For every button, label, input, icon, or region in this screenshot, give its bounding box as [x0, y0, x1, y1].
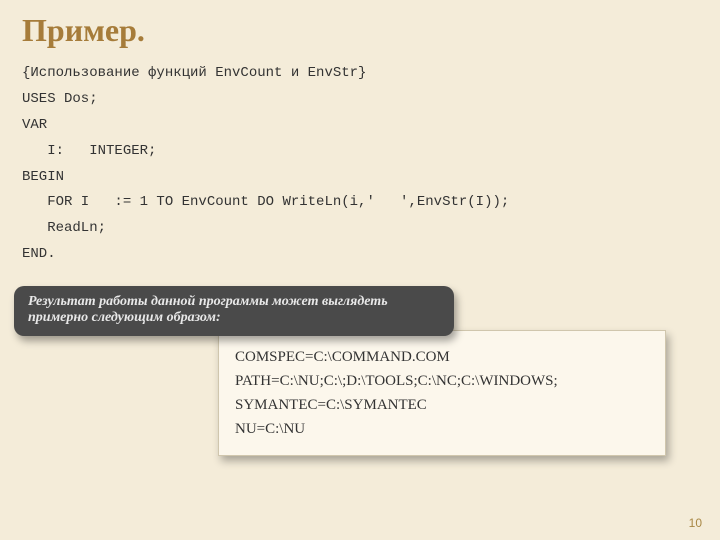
slide-title: Пример.: [0, 0, 720, 57]
page-number: 10: [689, 516, 702, 530]
code-line: BEGIN: [22, 169, 64, 185]
code-line: VAR: [22, 117, 47, 133]
output-line: PATH=C:\NU;C:\;D:\TOOLS;C:\NC;C:\WINDOWS…: [235, 369, 649, 393]
output-box: COMSPEC=C:\COMMAND.COM PATH=C:\NU;C:\;D:…: [218, 330, 666, 456]
output-line: NU=C:\NU: [235, 417, 649, 441]
code-line: {Использование функций EnvCount и EnvStr…: [22, 65, 366, 81]
result-caption: Результат работы данной программы может …: [14, 286, 454, 336]
code-line: I: INTEGER;: [22, 143, 156, 159]
code-line: FOR I := 1 TO EnvCount DO WriteLn(i,' ',…: [22, 194, 509, 210]
code-listing: {Использование функций EnvCount и EnvStr…: [0, 57, 720, 278]
code-line: END.: [22, 246, 56, 262]
code-line: USES Dos;: [22, 91, 98, 107]
output-line: COMSPEC=C:\COMMAND.COM: [235, 345, 649, 369]
output-line: SYMANTEC=C:\SYMANTEC: [235, 393, 649, 417]
code-line: ReadLn;: [22, 220, 106, 236]
